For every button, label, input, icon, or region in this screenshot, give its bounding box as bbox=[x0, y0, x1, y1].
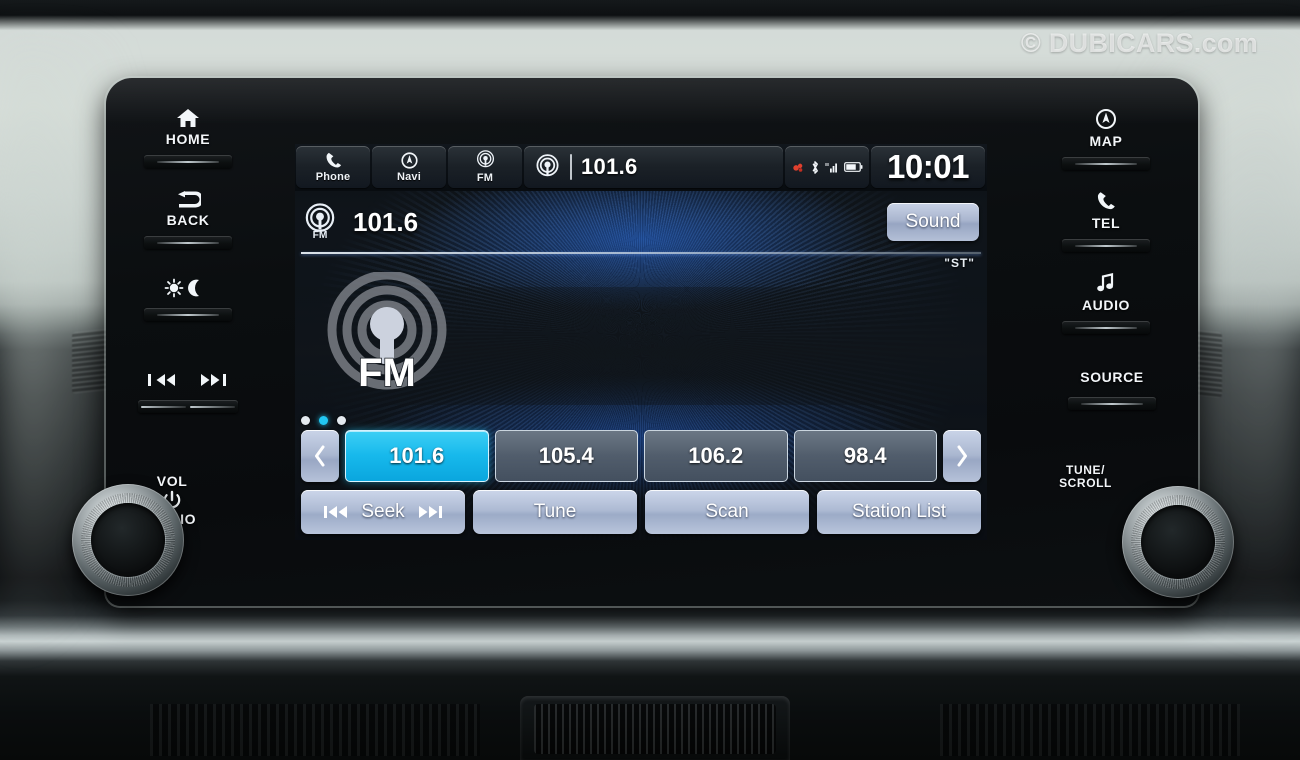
function-button-row: Seek Tune Scan Station List bbox=[301, 490, 981, 534]
hardkey-tel[interactable]: TEL bbox=[1062, 190, 1150, 252]
tune-label-bottom: SCROLL bbox=[1059, 476, 1112, 490]
tab-phone[interactable]: Phone bbox=[296, 146, 370, 188]
hardkey-tel-bar[interactable] bbox=[1062, 239, 1150, 252]
preset-button[interactable]: 98.4 bbox=[793, 430, 937, 482]
hardkey-home-label: HOME bbox=[165, 131, 211, 147]
vent-slats bbox=[534, 704, 776, 754]
radio-wave-fm-icon: FM bbox=[305, 203, 335, 241]
back-arrow-icon bbox=[178, 191, 201, 208]
hardkey-audio-bar[interactable] bbox=[1062, 321, 1150, 334]
tab-fm-label: FM bbox=[476, 172, 494, 184]
volume-knob[interactable] bbox=[72, 484, 184, 596]
preset-page-dots[interactable] bbox=[301, 416, 346, 425]
seek-button[interactable]: Seek bbox=[301, 490, 465, 534]
scan-button[interactable]: Scan bbox=[645, 490, 809, 534]
now-playing-row: FM 101.6 Sound bbox=[295, 191, 987, 253]
hardkey-back[interactable]: BACK bbox=[144, 191, 232, 249]
bezel-sheen bbox=[106, 78, 1198, 124]
bluetooth-icon bbox=[812, 160, 818, 174]
now-playing-frequency: 101.6 bbox=[353, 206, 419, 237]
status-divider bbox=[570, 154, 572, 180]
prev-next-track-icon bbox=[148, 374, 226, 386]
status-bar: Phone Navi FM 101.6 10:01 bbox=[295, 144, 987, 191]
sound-button[interactable]: Sound bbox=[887, 203, 979, 241]
preset-row: 101.6 105.4 106.2 98.4 bbox=[301, 430, 981, 482]
tune-scroll-knob-face[interactable] bbox=[1141, 505, 1215, 579]
hardkey-back-label: BACK bbox=[166, 212, 210, 228]
page-dot[interactable] bbox=[301, 416, 310, 425]
touchscreen-display[interactable]: Phone Navi FM 101.6 10:01 FM 101.6 Sound… bbox=[295, 144, 987, 540]
skip-forward-icon bbox=[418, 506, 442, 518]
volume-knob-face[interactable] bbox=[91, 503, 165, 577]
hardkey-source[interactable]: SOURCE bbox=[1068, 369, 1156, 410]
status-frequency: 101.6 bbox=[581, 154, 638, 179]
preset-button[interactable]: 106.2 bbox=[644, 430, 788, 482]
hardkey-map-label: MAP bbox=[1089, 133, 1123, 149]
tab-navi[interactable]: Navi bbox=[372, 146, 446, 188]
music-note-icon bbox=[1097, 273, 1114, 292]
signal-bars-icon bbox=[825, 162, 837, 172]
now-playing-underline bbox=[301, 252, 981, 254]
tune-scroll-knob[interactable] bbox=[1122, 486, 1234, 598]
tab-phone-label: Phone bbox=[315, 171, 351, 183]
preset-button[interactable]: 105.4 bbox=[494, 430, 638, 482]
system-icons-group bbox=[785, 146, 869, 188]
tab-fm[interactable]: FM bbox=[448, 146, 522, 188]
radio-wave-icon bbox=[536, 153, 559, 176]
map-pin-icon bbox=[1096, 109, 1116, 129]
radio-wave-icon bbox=[476, 150, 494, 168]
center-air-vent bbox=[520, 696, 790, 760]
hardkey-home-bar[interactable] bbox=[144, 155, 232, 168]
tune-scroll-label: TUNE/ SCROLL bbox=[1059, 464, 1112, 490]
skip-back-icon bbox=[324, 506, 348, 518]
hardkey-track-bar[interactable] bbox=[138, 400, 238, 413]
preset-prev-button[interactable] bbox=[301, 430, 339, 482]
infotainment-head-unit: HOME BACK VOL MAP TEL AUDIO SOURCE TUNE/… bbox=[72, 78, 1234, 606]
fm-artwork: FM bbox=[315, 270, 465, 400]
navigation-icon bbox=[400, 152, 418, 169]
usb-icon bbox=[792, 163, 802, 172]
preset-button[interactable]: 101.6 bbox=[345, 430, 489, 482]
chevron-right-icon bbox=[957, 445, 967, 467]
hardkey-home[interactable]: HOME bbox=[144, 108, 232, 168]
tune-button[interactable]: Tune bbox=[473, 490, 637, 534]
hardkey-tel-label: TEL bbox=[1091, 215, 1121, 231]
page-dot[interactable] bbox=[337, 416, 346, 425]
svg-text:FM: FM bbox=[313, 230, 328, 241]
hardkey-source-bar[interactable] bbox=[1068, 397, 1156, 410]
phone-icon bbox=[326, 152, 341, 168]
svg-text:FM: FM bbox=[358, 351, 416, 395]
page-dot-active[interactable] bbox=[319, 416, 328, 425]
stereo-indicator: "ST" bbox=[944, 256, 975, 270]
clock-text: 10:01 bbox=[887, 148, 969, 185]
battery-icon bbox=[843, 162, 862, 172]
brightness-day-night-icon bbox=[164, 278, 199, 298]
hardkey-brightness[interactable] bbox=[144, 278, 232, 321]
phone-icon bbox=[1097, 192, 1115, 210]
station-list-button[interactable]: Station List bbox=[817, 490, 981, 534]
hardkey-brightness-bar[interactable] bbox=[144, 308, 232, 321]
tab-navi-label: Navi bbox=[396, 171, 422, 183]
clock[interactable]: 10:01 bbox=[871, 146, 985, 188]
watermark: © DUBICARS.com bbox=[1020, 28, 1258, 58]
volume-label-top: VOL bbox=[156, 473, 188, 489]
status-now-playing[interactable]: 101.6 bbox=[524, 146, 783, 188]
preset-next-button[interactable] bbox=[943, 430, 981, 482]
hardkey-back-bar[interactable] bbox=[144, 236, 232, 249]
hardkey-audio-label: AUDIO bbox=[1081, 297, 1131, 313]
hardkey-audio[interactable]: AUDIO bbox=[1062, 272, 1150, 334]
hardkey-source-label: SOURCE bbox=[1080, 369, 1144, 385]
lower-trim-right bbox=[940, 704, 1240, 756]
chevron-left-icon bbox=[315, 445, 325, 467]
hardkey-track-controls[interactable] bbox=[138, 370, 238, 413]
hardkey-map-bar[interactable] bbox=[1062, 157, 1150, 170]
home-icon bbox=[177, 109, 199, 127]
lower-trim-left bbox=[150, 704, 480, 756]
hardkey-map[interactable]: MAP bbox=[1062, 108, 1150, 170]
fm-radio-wave-large-icon: FM bbox=[327, 270, 447, 396]
seek-label: Seek bbox=[361, 501, 405, 522]
